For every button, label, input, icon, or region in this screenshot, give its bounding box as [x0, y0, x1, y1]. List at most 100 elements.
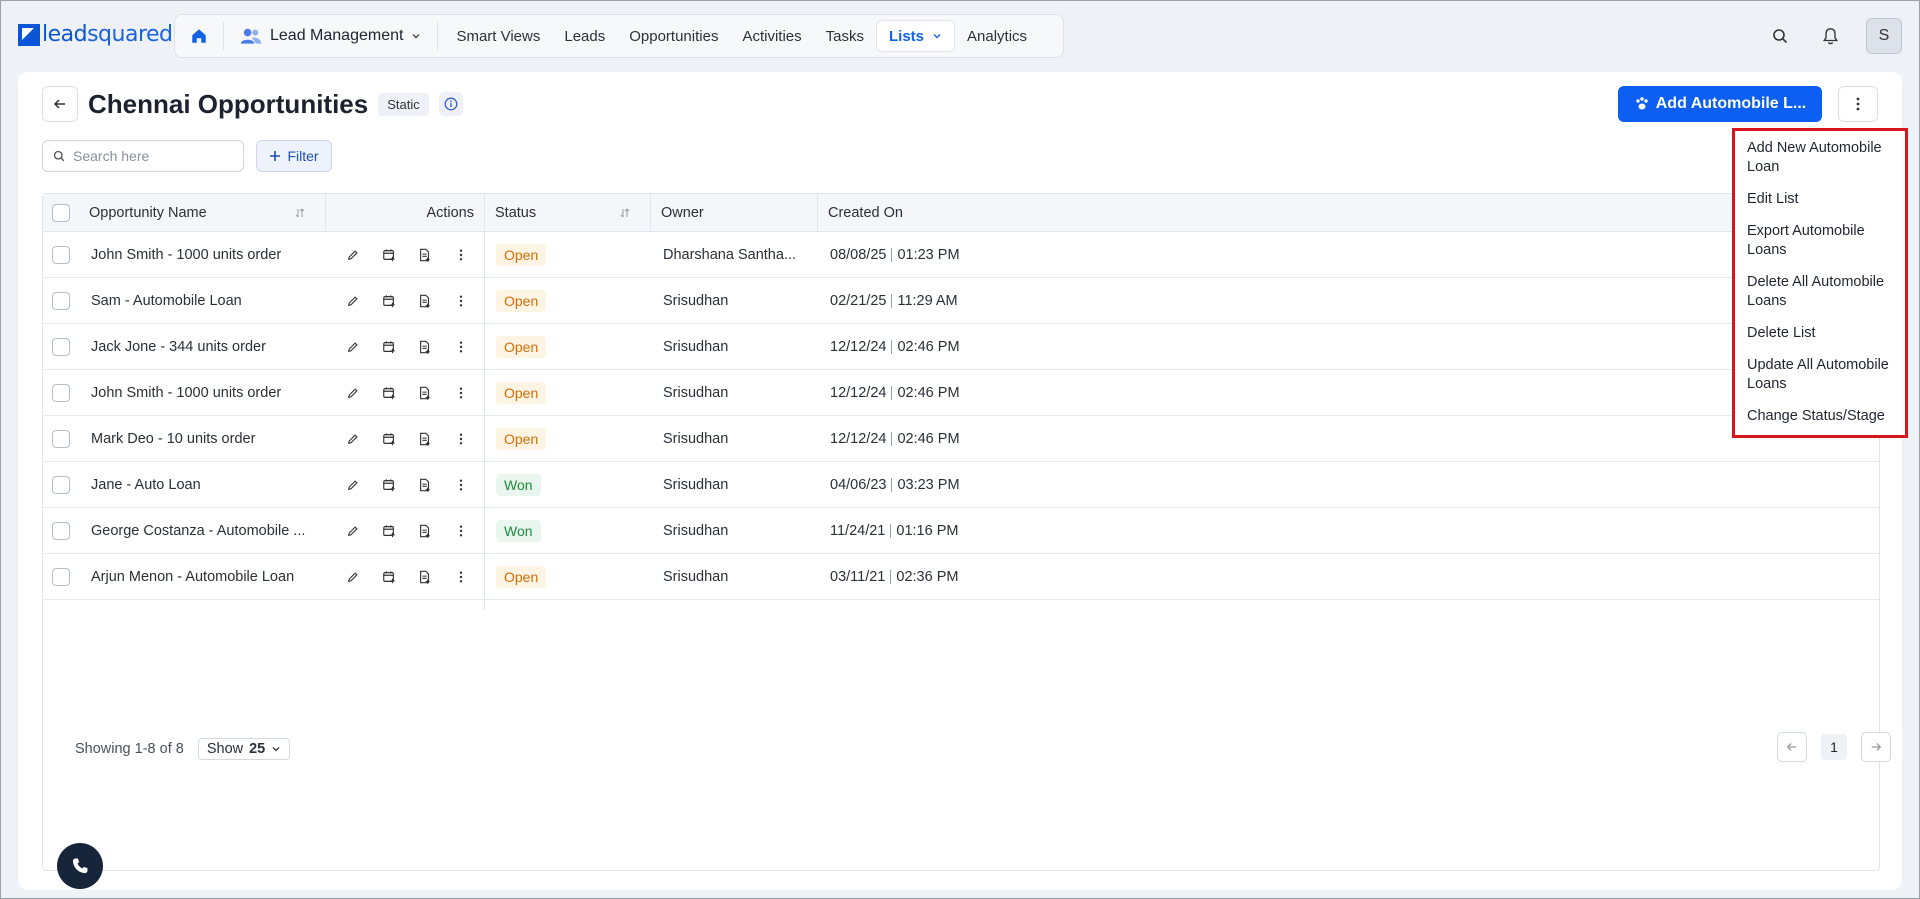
opportunity-name[interactable]: Sam - Automobile Loan — [91, 278, 242, 324]
menu-item-export-automobile-loans[interactable]: Export Automobile Loans — [1747, 222, 1895, 260]
add-activity-icon[interactable] — [380, 384, 398, 402]
opportunity-name[interactable]: Mark Deo - 10 units order — [91, 416, 255, 462]
row-checkbox[interactable] — [52, 568, 70, 586]
opportunity-name[interactable]: George Costanza - Automobile ... — [91, 508, 305, 554]
search-icon — [1773, 29, 1788, 44]
table-row[interactable]: Sam - Automobile Loan Open Srisudhan 02/21/… — [43, 278, 1879, 324]
add-activity-icon[interactable] — [380, 568, 398, 586]
menu-item-add-new-automobile-loan[interactable]: Add New Automobile Loan — [1747, 139, 1895, 177]
phone-call-button[interactable] — [57, 843, 103, 889]
menu-item-delete-list[interactable]: Delete List — [1747, 324, 1895, 343]
nav-analytics[interactable]: Analytics — [955, 20, 1039, 52]
search-button[interactable] — [1766, 22, 1794, 50]
owner: Srisudhan — [663, 477, 729, 493]
nav-smart-views[interactable]: Smart Views — [444, 20, 552, 52]
edit-icon[interactable] — [344, 338, 362, 356]
opportunity-name[interactable]: Jack Jone - 344 units order — [91, 324, 266, 370]
add-task-icon[interactable] — [416, 522, 434, 540]
table-row[interactable]: John Smith - 1000 units order Open Dharsha… — [43, 232, 1879, 278]
opportunity-name[interactable]: John Smith - 1000 units order — [91, 370, 281, 416]
edit-icon[interactable] — [344, 476, 362, 494]
add-activity-icon[interactable] — [380, 476, 398, 494]
menu-item-delete-all-automobile-loans[interactable]: Delete All Automobile Loans — [1747, 273, 1895, 311]
add-activity-icon[interactable] — [380, 338, 398, 356]
add-activity-icon[interactable] — [380, 522, 398, 540]
row-checkbox[interactable] — [52, 246, 70, 264]
add-task-icon[interactable] — [416, 338, 434, 356]
table-row[interactable]: John Smith - 1000 units order Open Srisudh… — [43, 370, 1879, 416]
nav-opportunities[interactable]: Opportunities — [617, 20, 730, 52]
search-box[interactable] — [42, 140, 244, 172]
search-input[interactable] — [73, 148, 233, 164]
info-button[interactable] — [438, 92, 463, 116]
add-activity-icon[interactable] — [380, 292, 398, 310]
table-row[interactable]: George Costanza - Automobile ... Won Srisu… — [43, 508, 1879, 554]
prev-page-button[interactable] — [1777, 732, 1807, 762]
table-row[interactable]: Arjun Menon - Automobile Loan Open Srisudh… — [43, 554, 1879, 600]
current-page[interactable]: 1 — [1821, 734, 1847, 760]
add-task-icon[interactable] — [416, 292, 434, 310]
row-more-icon[interactable] — [452, 430, 470, 448]
status-cell: Open — [496, 232, 547, 278]
table-row[interactable]: Mark Deo - 10 units order Open Srisudhan 12… — [43, 416, 1879, 462]
table-row[interactable]: Jane - Auto Loan Won Srisudhan 04/06/23 03:2… — [43, 462, 1879, 508]
nav-leads[interactable]: Leads — [552, 20, 617, 52]
notifications-button[interactable] — [1816, 22, 1844, 50]
opportunity-name[interactable]: Arjun Menon - Automobile Loan — [91, 554, 294, 600]
date-divider — [891, 432, 893, 446]
row-checkbox[interactable] — [52, 384, 70, 402]
header-status[interactable]: Status — [495, 194, 650, 232]
nav-activities[interactable]: Activities — [730, 20, 813, 52]
add-task-icon[interactable] — [416, 384, 434, 402]
row-more-icon[interactable] — [452, 292, 470, 310]
menu-item-update-all-automobile-loans[interactable]: Update All Automobile Loans — [1747, 356, 1895, 394]
page-size-select[interactable]: Show 25 — [197, 738, 291, 760]
add-task-icon[interactable] — [416, 568, 434, 586]
edit-icon[interactable] — [344, 522, 362, 540]
sort-icon[interactable] — [295, 207, 305, 219]
row-more-icon[interactable] — [452, 522, 470, 540]
edit-icon[interactable] — [344, 292, 362, 310]
logo[interactable]: leadsquared — [18, 22, 173, 47]
add-task-icon[interactable] — [416, 246, 434, 264]
filter-button[interactable]: Filter — [256, 140, 332, 172]
back-button[interactable] — [42, 86, 78, 122]
row-more-icon[interactable] — [452, 384, 470, 402]
add-activity-icon[interactable] — [380, 246, 398, 264]
row-more-icon[interactable] — [452, 476, 470, 494]
edit-icon[interactable] — [344, 246, 362, 264]
edit-icon[interactable] — [344, 384, 362, 402]
row-more-icon[interactable] — [452, 338, 470, 356]
row-more-icon[interactable] — [452, 568, 470, 586]
row-more-icon[interactable] — [452, 246, 470, 264]
add-automobile-loan-button[interactable]: Add Automobile L... — [1618, 86, 1822, 122]
avatar[interactable]: S — [1866, 18, 1902, 54]
row-checkbox[interactable] — [52, 430, 70, 448]
add-task-icon[interactable] — [416, 430, 434, 448]
row-checkbox[interactable] — [52, 522, 70, 540]
row-checkbox[interactable] — [52, 476, 70, 494]
table-row[interactable]: Jack Jone - 344 units order Open Srisudhan… — [43, 324, 1879, 370]
module-switcher[interactable]: Lead Management — [230, 20, 431, 52]
row-checkbox[interactable] — [52, 338, 70, 356]
edit-icon[interactable] — [344, 430, 362, 448]
next-page-button[interactable] — [1861, 732, 1891, 762]
edit-icon[interactable] — [344, 568, 362, 586]
created-date: 12/12/24 — [830, 431, 887, 447]
nav-tasks[interactable]: Tasks — [814, 20, 876, 52]
nav-lists[interactable]: Lists — [875, 20, 955, 52]
menu-item-edit-list[interactable]: Edit List — [1747, 190, 1895, 209]
sort-icon[interactable] — [620, 207, 630, 219]
menu-item-change-status-stage[interactable]: Change Status/Stage — [1747, 407, 1895, 426]
add-activity-icon[interactable] — [380, 430, 398, 448]
main-nav: Lead Management Smart Views Leads Opport… — [174, 14, 1064, 58]
add-task-icon[interactable] — [416, 476, 434, 494]
row-checkbox[interactable] — [52, 292, 70, 310]
home-button[interactable] — [181, 20, 217, 52]
opportunities-table: Opportunity Name Actions Status Owner Cr… — [42, 193, 1891, 871]
opportunity-name[interactable]: Jane - Auto Loan — [91, 462, 201, 508]
more-options-button[interactable] — [1838, 86, 1878, 122]
header-opportunity-name[interactable]: Opportunity Name — [89, 194, 325, 232]
opportunity-name[interactable]: John Smith - 1000 units order — [91, 232, 281, 278]
select-all-checkbox[interactable] — [52, 204, 70, 222]
